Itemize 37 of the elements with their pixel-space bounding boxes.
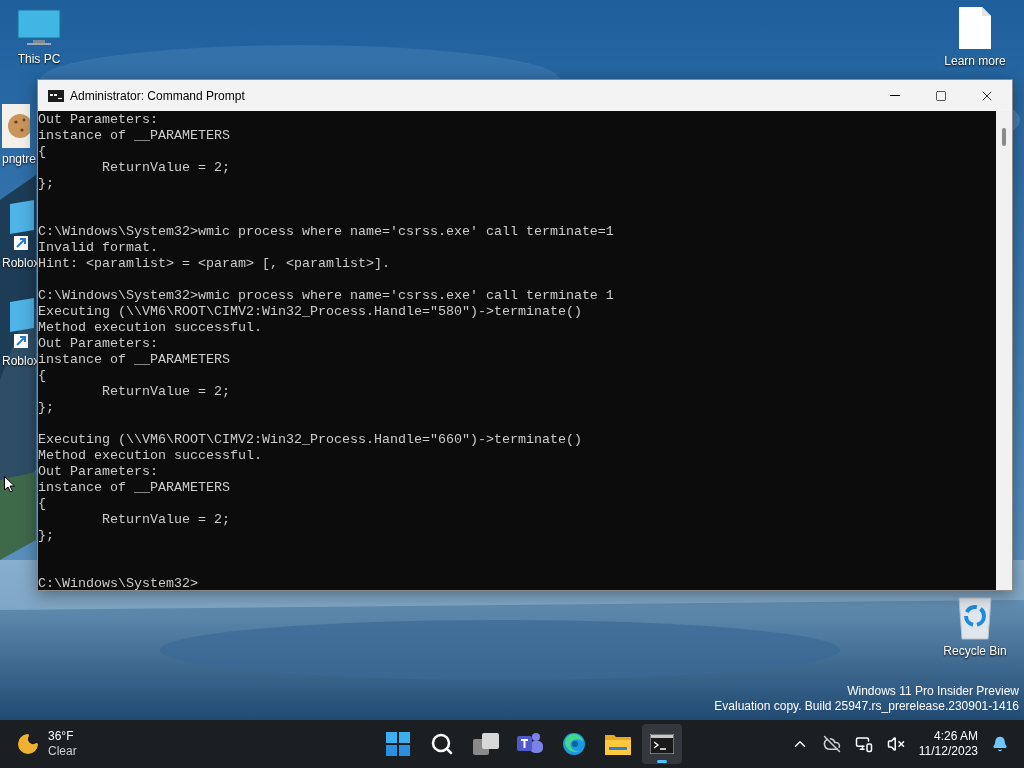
task-view-icon — [473, 733, 499, 755]
scrollbar-thumb[interactable] — [1002, 128, 1006, 146]
swirl-icon — [562, 732, 586, 756]
desktop-icon-label[interactable]: This PC — [17, 52, 61, 66]
windows-logo-icon — [386, 732, 410, 756]
people-icon — [517, 732, 543, 756]
cookie-icon — [2, 104, 30, 148]
recycle-bin-icon — [957, 596, 993, 640]
terminal-icon — [650, 734, 674, 754]
document-icon — [958, 6, 992, 50]
weather-condition[interactable]: Clear — [48, 744, 77, 759]
network-icon[interactable] — [854, 735, 873, 753]
search-icon — [430, 732, 454, 756]
desktop-icon-label[interactable]: pngtre — [2, 152, 37, 166]
watermark-text: Evaluation copy. Build 25947.rs_prerelease.230901-1416 — [714, 699, 1019, 714]
taskbar-button[interactable] — [642, 724, 682, 764]
active-indicator — [657, 760, 667, 763]
window-title: Administrator: Command Prompt — [70, 87, 246, 105]
cloud-off-icon[interactable] — [822, 735, 841, 753]
maximize-icon — [935, 89, 947, 102]
moon-icon[interactable] — [16, 732, 40, 756]
volume-muted-icon[interactable] — [886, 735, 905, 753]
desktop-icon-label[interactable]: Roblox — [2, 354, 40, 368]
monitor-icon — [17, 8, 61, 48]
desktop-icon-label[interactable]: Recycle Bin — [943, 644, 1007, 658]
mouse-pointer-icon — [4, 476, 15, 493]
watermark-text: Windows 11 Pro Insider Preview — [847, 684, 1019, 699]
clock-date[interactable]: 11/12/2023 — [918, 744, 978, 759]
notification-bell-icon[interactable] — [992, 736, 1008, 752]
clock-time[interactable]: 4:26 AM — [933, 729, 978, 744]
scrollbar[interactable] — [996, 111, 1012, 590]
temperature[interactable]: 36°F — [48, 729, 77, 744]
folder-icon — [605, 733, 631, 755]
desktop-icon-label[interactable]: Learn more — [944, 54, 1006, 68]
desktop-icon-label[interactable]: Roblox — [2, 256, 40, 270]
console-icon — [48, 89, 64, 102]
minimize-icon — [890, 95, 900, 96]
